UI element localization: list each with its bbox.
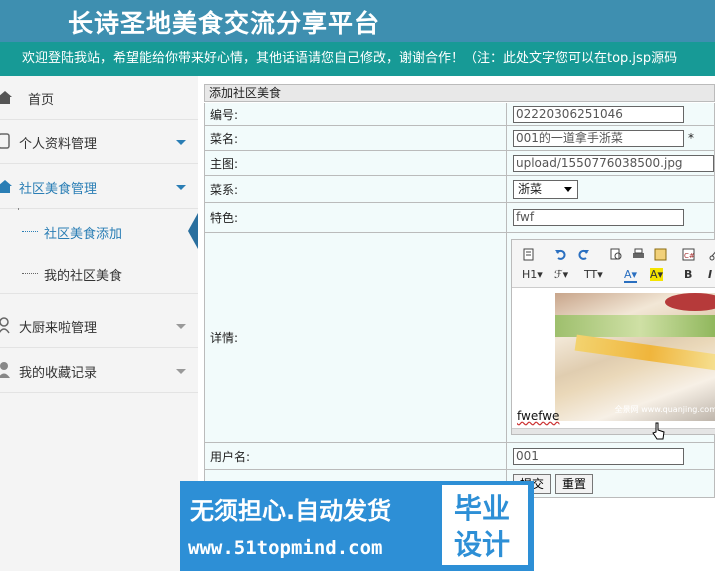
chevron-down-icon [564, 186, 572, 192]
sidebar-item-label: 首页 [28, 93, 55, 108]
site-title: 长诗圣地美食交流分享平台 [68, 9, 381, 38]
banner-url: www.51topmind.com [188, 537, 383, 559]
field-label: 用户名: [205, 443, 507, 469]
preview-icon[interactable] [610, 248, 623, 261]
form-row-feature: 特色: fwf [204, 203, 715, 233]
background-color-label: A [650, 268, 658, 281]
font-family-label: ℱ [554, 268, 563, 281]
person-icon [0, 362, 10, 378]
editor-toolbar: C# H1▾ ℱ▾ TT▾ A▾ A▾ B I [512, 240, 715, 288]
heading-label: H1 [522, 268, 538, 281]
badge-line-2: 设计 [454, 528, 511, 561]
print-icon[interactable] [632, 248, 645, 261]
field-label: 详情: [205, 233, 507, 442]
sidebar-item-favorites[interactable]: 我的收藏记录 [0, 349, 198, 393]
source-icon[interactable] [522, 248, 535, 261]
undo-icon[interactable] [554, 248, 567, 261]
sidebar-subitem-label: 我的社区美食 [44, 269, 123, 284]
form-caption: 添加社区美食 [204, 84, 715, 102]
field-label: 编号: [205, 103, 507, 125]
editor-resize-bar[interactable] [512, 428, 715, 434]
background-color-button[interactable]: A▾ [650, 268, 664, 281]
id-input[interactable]: 02220306251046 [513, 105, 684, 123]
sidebar-item-home[interactable]: 首页 [0, 76, 198, 120]
home-icon [0, 180, 12, 193]
code-icon[interactable]: C# [682, 248, 695, 261]
form-row-name: 菜名: 001的一道拿手浙菜 * [204, 126, 715, 151]
active-indicator [188, 213, 198, 249]
reset-button[interactable]: 重置 [555, 473, 594, 494]
chevron-down-icon [176, 324, 186, 329]
sidebar-item-community-food[interactable]: 社区美食管理 [0, 165, 198, 209]
username-input[interactable]: 001 [513, 447, 684, 465]
sidebar-item-profile[interactable]: 个人资料管理 [0, 120, 198, 164]
sidebar-subitem-label: 社区美食添加 [44, 227, 123, 242]
bold-button[interactable]: B [684, 268, 692, 281]
editor-text: fwefwe [517, 409, 560, 423]
form-row-detail: 详情: C# H1▾ ℱ▾ TT▾ A▾ A▾ B I 全景网 www.quan… [204, 233, 715, 443]
font-size-label: TT [584, 268, 598, 281]
required-mark: * [688, 131, 694, 145]
editor-canvas[interactable]: 全景网 www.quanjing.com fwefwe [512, 289, 715, 434]
badge-line-1: 毕业 [454, 492, 511, 525]
mouse-cursor-icon [652, 422, 665, 440]
photo-watermark: 全景网 www.quanjing.com [614, 405, 715, 414]
template-icon[interactable] [654, 248, 667, 261]
photo-detail [665, 293, 715, 311]
cuisine-select-value: 浙菜 [518, 181, 543, 196]
chevron-down-icon [176, 185, 186, 190]
chevron-down-icon [176, 140, 186, 145]
home-icon [0, 91, 12, 104]
heading-button[interactable]: H1▾ [522, 268, 543, 281]
sidebar-item-label: 个人资料管理 [19, 137, 98, 152]
svg-text:C#: C# [684, 252, 695, 260]
form-row-cuisine: 菜系: 浙菜 [204, 176, 715, 203]
notice-bar: 欢迎登陆我站，希望能给你带来好心情，其他话语请您自己修改，谢谢合作！（注：此处文… [0, 42, 715, 76]
sidebar-item-chef[interactable]: 大厨来啦管理 [0, 304, 198, 348]
chef-icon [0, 317, 10, 334]
sidebar: 首页 个人资料管理 社区美食管理 社区美食添加 我的社区美食 大厨来啦管理 我的… [0, 76, 198, 571]
field-label: 菜名: [205, 126, 507, 150]
name-input[interactable]: 001的一道拿手浙菜 [513, 129, 684, 147]
sidebar-subitem-my-food[interactable]: 我的社区美食 [0, 252, 198, 294]
field-label: 特色: [205, 203, 507, 232]
field-label: 菜系: [205, 176, 507, 202]
tree-dash [22, 231, 38, 232]
redo-icon[interactable] [577, 248, 590, 261]
banner-badge: 毕业 设计 [442, 485, 528, 565]
sidebar-item-label: 我的收藏记录 [19, 366, 98, 381]
sidebar-item-label: 大厨来啦管理 [19, 321, 98, 336]
italic-button[interactable]: I [708, 268, 712, 281]
chevron-down-icon [176, 369, 186, 374]
tree-dash [22, 273, 38, 274]
font-size-button[interactable]: TT▾ [584, 268, 603, 281]
photo-detail [574, 334, 715, 372]
sidebar-subitem-add-food[interactable]: 社区美食添加 [0, 210, 198, 252]
feature-input[interactable]: fwf [513, 209, 684, 226]
image-path-input[interactable]: upload/1550776038500.jpg [513, 154, 714, 172]
form-row-username: 用户名: 001 [204, 443, 715, 470]
rich-text-editor: C# H1▾ ℱ▾ TT▾ A▾ A▾ B I 全景网 www.quanjing… [511, 239, 715, 435]
promo-banner[interactable]: 无须担心.自动发货 www.51topmind.com 毕业 设计 [180, 481, 534, 571]
cut-icon[interactable] [708, 248, 715, 261]
form-row-image: 主图: upload/1550776038500.jpg [204, 151, 715, 176]
user-icon [0, 133, 10, 149]
field-label: 主图: [205, 151, 507, 175]
font-color-button[interactable]: A▾ [624, 268, 638, 283]
cuisine-select[interactable]: 浙菜 [513, 179, 578, 199]
font-color-label: A [624, 268, 632, 281]
food-photo: 全景网 www.quanjing.com [555, 293, 715, 421]
photo-detail [555, 315, 715, 337]
sidebar-item-label: 社区美食管理 [19, 182, 98, 197]
font-family-button[interactable]: ℱ▾ [554, 268, 568, 281]
form-row-id: 编号: 02220306251046 [204, 103, 715, 126]
header-bar: 长诗圣地美食交流分享平台 [0, 0, 715, 42]
banner-slogan: 无须担心.自动发货 [190, 497, 392, 525]
